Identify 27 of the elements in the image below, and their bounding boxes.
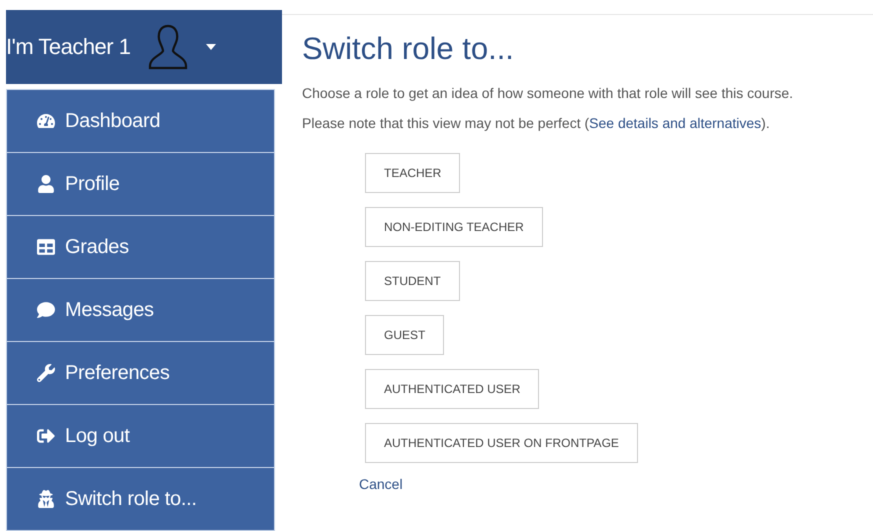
gauge-icon — [37, 112, 55, 130]
page-title: Switch role to... — [302, 31, 515, 67]
menu-item[interactable]: Dashboard — [6, 89, 275, 153]
intro-text: Choose a role to get an idea of how someone with that role will see this course. — [302, 85, 794, 101]
person-icon — [37, 175, 55, 193]
role-button[interactable]: GUEST — [365, 315, 444, 355]
exit-arrow-icon — [37, 427, 55, 445]
note-text: Please note that this view may not be perfect (See details and alternatives). — [302, 115, 771, 131]
menu-item[interactable]: Switch role to... — [6, 468, 275, 531]
role-button[interactable]: NON-EDITING TEACHER — [365, 207, 543, 247]
table-icon — [37, 238, 55, 256]
speech-bubble-icon — [37, 301, 55, 319]
menu-item[interactable]: Profile — [6, 153, 275, 216]
spy-icon — [37, 490, 55, 508]
details-link[interactable]: See details and alternatives — [589, 115, 762, 131]
role-button[interactable]: STUDENT — [365, 261, 460, 301]
caret-icon[interactable] — [206, 44, 216, 50]
role-button[interactable]: AUTHENTICATED USER — [365, 369, 540, 409]
wrench-icon — [37, 364, 55, 382]
menu-item[interactable]: Messages — [6, 279, 275, 342]
menu-item[interactable]: Log out — [6, 405, 275, 468]
role-button[interactable]: AUTHENTICATED USER ON FRONTPAGE — [365, 423, 638, 463]
cancel-link[interactable]: Cancel — [359, 476, 873, 492]
menu-item[interactable]: Preferences — [6, 342, 275, 405]
role-button[interactable]: TEACHER — [365, 153, 460, 193]
user-name[interactable]: I'm Teacher 1 — [6, 34, 130, 60]
menu-item[interactable]: Grades — [6, 216, 275, 279]
